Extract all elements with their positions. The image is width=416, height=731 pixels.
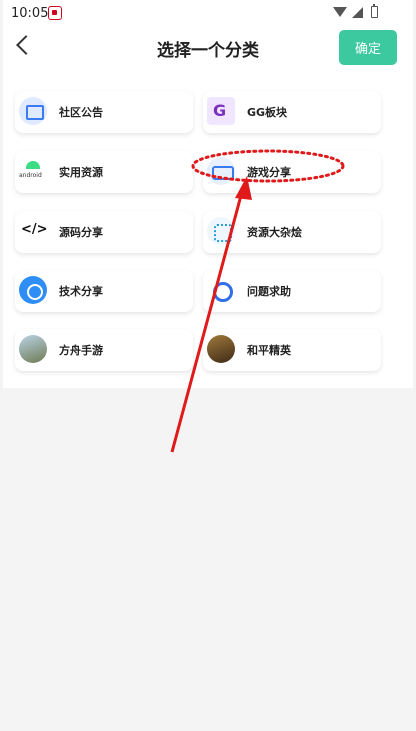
ark-game-icon xyxy=(19,335,47,363)
category-label: 实用资源 xyxy=(59,166,103,179)
signal-icon xyxy=(352,7,363,18)
confirm-button[interactable]: 确定 xyxy=(339,30,397,65)
category-ark-game[interactable]: 方舟手游 xyxy=(15,329,193,371)
category-label: 资源大杂烩 xyxy=(247,226,302,239)
battery-icon xyxy=(371,4,378,18)
category-label: GG板块 xyxy=(247,106,288,119)
peace-elite-icon xyxy=(207,335,235,363)
category-game-sharing[interactable]: 游戏分享 xyxy=(203,151,381,193)
category-label: 技术分享 xyxy=(59,285,103,298)
status-bar: 10:05 xyxy=(3,0,413,26)
category-gg-section[interactable]: GG板块 xyxy=(203,91,381,133)
gamepad-icon xyxy=(207,157,235,185)
category-label: 和平精英 xyxy=(247,344,291,357)
status-time: 10:05 xyxy=(11,6,49,21)
notification-app-icon xyxy=(48,6,62,20)
category-help[interactable]: 问题求助 xyxy=(203,270,381,312)
category-useful-resources[interactable]: 实用资源 xyxy=(15,151,193,193)
category-grid: 社区公告 GG板块 实用资源 游戏分享 源码分享 资源大杂烩 技术分享 xyxy=(3,70,413,388)
category-resource-mix[interactable]: 资源大杂烩 xyxy=(203,211,381,253)
header: 选择一个分类 确定 xyxy=(3,26,413,70)
category-label: 方舟手游 xyxy=(59,344,103,357)
resources-icon xyxy=(207,217,235,245)
code-icon xyxy=(19,217,48,245)
wifi-icon xyxy=(333,7,347,17)
help-icon xyxy=(207,276,235,304)
category-source-code[interactable]: 源码分享 xyxy=(15,211,193,253)
gg-icon xyxy=(207,97,235,125)
category-tech-sharing[interactable]: 技术分享 xyxy=(15,270,193,312)
category-label: 问题求助 xyxy=(247,285,291,298)
android-icon xyxy=(19,157,47,185)
status-indicators xyxy=(333,4,393,20)
screen: 10:05 选择一个分类 确定 社区公告 GG板块 实用资源 游戏分享 xyxy=(3,0,413,731)
category-community-announcement[interactable]: 社区公告 xyxy=(15,91,193,133)
announcement-icon xyxy=(19,97,47,125)
share-icon xyxy=(19,276,47,304)
category-label: 社区公告 xyxy=(59,106,103,119)
category-label: 源码分享 xyxy=(59,226,103,239)
category-label: 游戏分享 xyxy=(247,166,291,179)
category-peace-elite[interactable]: 和平精英 xyxy=(203,329,381,371)
